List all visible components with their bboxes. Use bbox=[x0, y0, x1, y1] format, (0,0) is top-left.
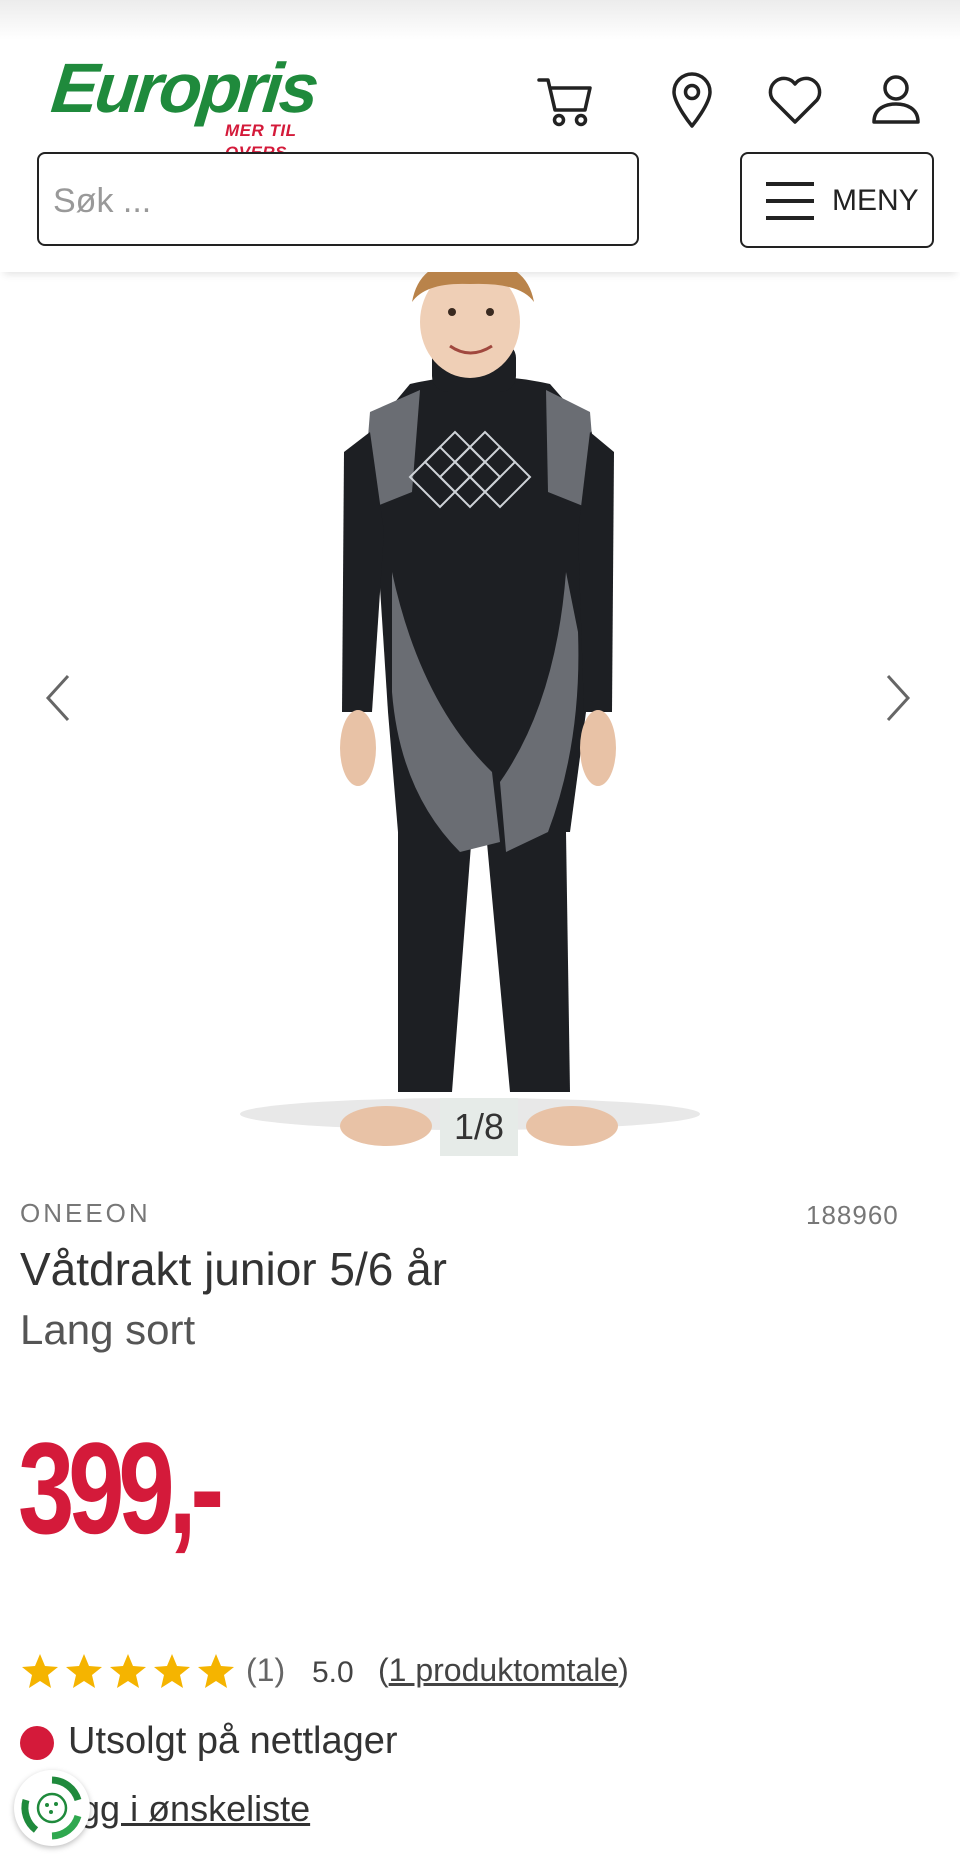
europris-logo[interactable]: Europris MER TIL OVERS bbox=[48, 48, 352, 162]
cart-icon[interactable] bbox=[535, 70, 595, 130]
search-input[interactable] bbox=[51, 170, 615, 232]
add-to-wishlist-link[interactable]: egg i ønskeliste bbox=[60, 1788, 310, 1830]
chevron-right-icon[interactable] bbox=[876, 672, 916, 724]
rating-count: (1) bbox=[246, 1652, 286, 1688]
image-counter: 1/8 bbox=[440, 1098, 518, 1156]
product-sku: 188960 bbox=[806, 1200, 899, 1230]
star-icon bbox=[154, 1654, 190, 1688]
menu-button[interactable]: MENY bbox=[740, 152, 934, 248]
reviews-link[interactable]: (1 produktomtale) bbox=[378, 1652, 629, 1689]
reviews-link-text: 1 produktomtale bbox=[388, 1652, 619, 1688]
product-brand[interactable]: ONEEON bbox=[20, 1198, 151, 1229]
reviews-link-close: ) bbox=[618, 1652, 629, 1688]
location-pin-icon[interactable] bbox=[662, 70, 722, 130]
logo-wordmark: Europris bbox=[47, 49, 320, 127]
reviews-link-open: ( bbox=[378, 1652, 389, 1688]
star-rating bbox=[20, 1652, 242, 1692]
stock-status: Utsolgt på nettlager bbox=[20, 1714, 920, 1764]
hamburger-icon bbox=[766, 182, 814, 220]
search-field[interactable] bbox=[37, 152, 639, 246]
stock-status-text: Utsolgt på nettlager bbox=[68, 1720, 398, 1762]
recycle-badge-icon[interactable] bbox=[14, 1770, 90, 1846]
user-icon[interactable] bbox=[866, 70, 926, 130]
rating-row: (1) 5.0 (1 produktomtale) bbox=[20, 1648, 920, 1694]
star-icon bbox=[198, 1654, 234, 1688]
chevron-left-icon[interactable] bbox=[40, 672, 80, 724]
out-of-stock-dot-icon bbox=[20, 1726, 54, 1760]
star-icon bbox=[22, 1654, 58, 1688]
product-image[interactable] bbox=[0, 261, 960, 1172]
star-icon bbox=[110, 1654, 146, 1688]
star-icon bbox=[66, 1654, 102, 1688]
menu-label: MENY bbox=[832, 184, 919, 217]
product-subtitle: Lang sort bbox=[20, 1306, 196, 1353]
product-title: Våtdrakt junior 5/6 år bbox=[20, 1243, 448, 1295]
product-price: 399,- bbox=[18, 1415, 224, 1561]
wishlist-row[interactable]: egg i ønskeliste bbox=[20, 1784, 920, 1834]
heart-icon[interactable] bbox=[765, 70, 825, 130]
rating-score: 5.0 bbox=[312, 1656, 354, 1689]
